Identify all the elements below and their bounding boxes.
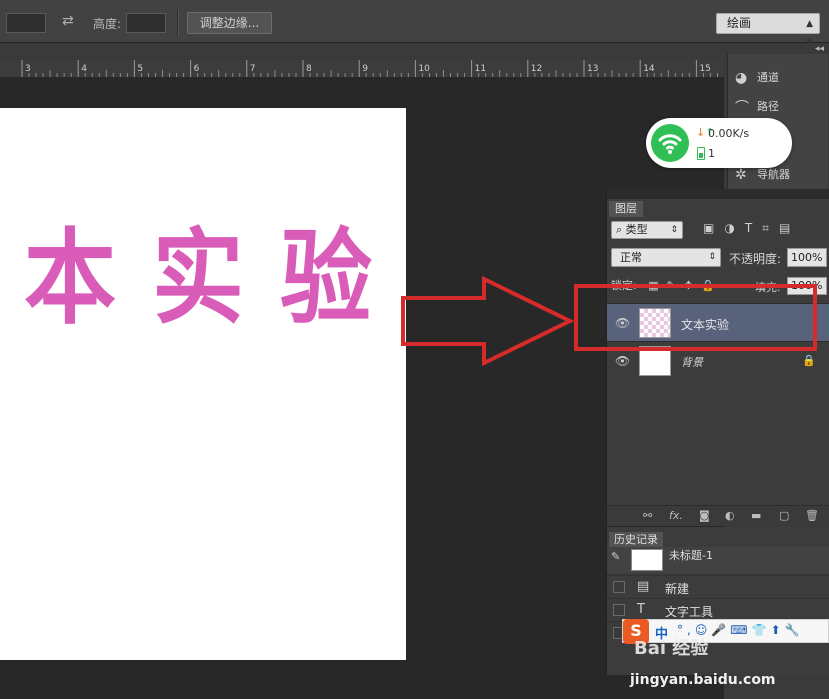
workspace-label: 绘画 — [727, 16, 752, 30]
ruler-tick-label: 11 — [475, 64, 486, 74]
red-arrow-annotation — [401, 276, 575, 366]
history-item[interactable]: T 文字工具 — [607, 598, 829, 621]
canvas-text: 本实验 — [24, 218, 409, 339]
mask-icon[interactable]: ◙ — [699, 509, 710, 522]
folder-icon[interactable]: ▬ — [751, 509, 761, 522]
adjustment-filter-icon[interactable]: ◑ — [724, 221, 744, 235]
keyboard-icon[interactable]: ⌨ — [730, 623, 751, 637]
red-highlight-box — [574, 284, 817, 351]
network-speed-widget[interactable]: ↓↑ 0.00K/s 1 — [646, 118, 792, 168]
type-filter-icon[interactable]: T — [745, 221, 762, 235]
ruler-tick-label: 9 — [362, 64, 368, 74]
height-field[interactable] — [126, 13, 166, 33]
options-bar: ⇄ 高度: 调整边缘... 绘画 ▲▼ — [0, 0, 829, 48]
kind-filter-label: 类型 — [625, 223, 648, 236]
skin-icon[interactable]: 👕 — [752, 623, 771, 637]
smart-object-filter-icon[interactable]: ▤ — [779, 221, 800, 235]
ruler-tick-label: 15 — [699, 64, 710, 74]
ruler-tick-label: 7 — [250, 64, 256, 74]
panel-paths-label: 路径 — [757, 100, 779, 113]
blend-mode-label: 正常 — [620, 251, 642, 264]
adjustment-icon[interactable]: ◐ — [725, 509, 735, 522]
shape-filter-icon[interactable]: ⌗ — [762, 221, 779, 235]
wrench-icon[interactable]: 🔧 — [785, 623, 804, 637]
tab-history[interactable]: 历史记录 — [609, 532, 663, 547]
collapse-icon[interactable]: ◂◂ — [815, 44, 824, 54]
filter-icons[interactable]: ▣◑T⌗▤ — [703, 221, 800, 236]
swap-icon[interactable]: ⇄ — [62, 13, 74, 29]
upload-icon[interactable]: ⬆ — [771, 623, 785, 637]
snapshot-thumbnail — [631, 549, 663, 571]
opacity-label: 不透明度: — [729, 252, 782, 266]
history-item-label: 文字工具 — [665, 605, 714, 619]
fx-button[interactable]: fx. — [669, 509, 683, 522]
brush-icon: ✎ — [611, 550, 621, 563]
checkbox[interactable] — [613, 604, 625, 616]
network-count: 1 — [708, 147, 715, 160]
new-layer-icon[interactable]: ▢ — [779, 509, 789, 522]
updown-chevron-icon: ⇕ — [708, 252, 716, 262]
width-field[interactable] — [6, 13, 46, 33]
document-canvas[interactable] — [0, 108, 406, 660]
document-icon: ▤ — [637, 579, 650, 594]
ruler-ticks: 3 4 5 6 7 8 9 10 11 12 13 14 15 — [21, 60, 718, 77]
image-filter-icon[interactable]: ▣ — [703, 221, 724, 235]
snapshot-name: 未标题-1 — [669, 549, 713, 562]
history-item[interactable]: ▤ 新建 — [607, 575, 829, 598]
panel-navigator[interactable]: ✲ 导航器 — [735, 166, 790, 188]
ruler-tick-label: 5 — [137, 64, 143, 74]
layer-name: 背景 — [681, 356, 703, 369]
link-icon[interactable]: ⚯ — [643, 509, 652, 522]
ruler-tick-label: 14 — [643, 64, 655, 74]
history-snapshot[interactable]: ✎ 未标题-1 — [607, 547, 829, 573]
document-tab-bar — [0, 43, 724, 60]
search-icon: ⌕ — [616, 223, 626, 236]
panel-top-strip — [607, 189, 829, 199]
layers-panel: 图层 ⌕ 类型 ⇕ ▣◑T⌗▤ 正常 ⇕ 不透明度: 100% 锁定: ▦✎✥🔒… — [606, 189, 829, 526]
workspace-select[interactable]: 绘画 ▲▼ — [716, 13, 820, 48]
ruler-tick-label: 6 — [194, 64, 200, 74]
panel-channels[interactable]: ◕ 通道 — [735, 69, 779, 91]
watermark-url: jingyan.baidu.com — [630, 672, 776, 688]
wifi-icon — [651, 124, 689, 162]
battery-icon — [697, 147, 705, 160]
eye-icon[interactable]: 👁 — [615, 354, 630, 368]
checkbox[interactable] — [613, 581, 625, 593]
horizontal-ruler: 3 4 5 6 7 8 9 10 11 12 13 14 15 — [0, 60, 724, 78]
kind-filter-select[interactable]: ⌕ 类型 ⇕ — [611, 221, 683, 239]
refine-edge-button[interactable]: 调整边缘... — [187, 12, 272, 34]
ruler-tick-label: 13 — [587, 64, 598, 74]
ruler-tick-label: 4 — [81, 64, 87, 74]
divider — [177, 10, 179, 36]
ruler-tick-label: 10 — [418, 64, 430, 74]
panel-navigator-label: 导航器 — [757, 168, 790, 181]
paths-icon: ⌒ — [735, 100, 749, 116]
channels-icon: ◕ — [735, 70, 748, 86]
tab-layers[interactable]: 图层 — [609, 201, 643, 217]
network-speed: 0.00K/s — [708, 127, 750, 140]
blend-mode-select[interactable]: 正常 ⇕ — [611, 248, 721, 267]
trash-icon[interactable]: 🗑 — [805, 509, 819, 522]
opacity-input[interactable]: 100% — [787, 248, 827, 267]
panel-channels-label: 通道 — [757, 71, 779, 84]
ruler-tick-label: 3 — [25, 64, 31, 74]
height-label: 高度: — [93, 17, 122, 31]
baidu-watermark: Bai 经验 — [634, 638, 709, 659]
type-tool-icon: T — [637, 602, 645, 617]
panel-paths[interactable]: ⌒ 路径 — [735, 97, 779, 119]
microphone-icon[interactable]: 🎤 — [711, 623, 730, 637]
layers-footer: ⚯ fx. ◙ ◐ ▬ ▢ 🗑 — [607, 505, 829, 526]
navigator-icon: ✲ — [735, 167, 747, 183]
updown-chevron-icon: ⇕ — [670, 225, 678, 235]
ruler-tick-label: 8 — [306, 64, 312, 74]
lock-icon: 🔒 — [802, 354, 816, 367]
ruler-tick-label: 12 — [531, 64, 542, 74]
history-item-label: 新建 — [665, 582, 690, 596]
